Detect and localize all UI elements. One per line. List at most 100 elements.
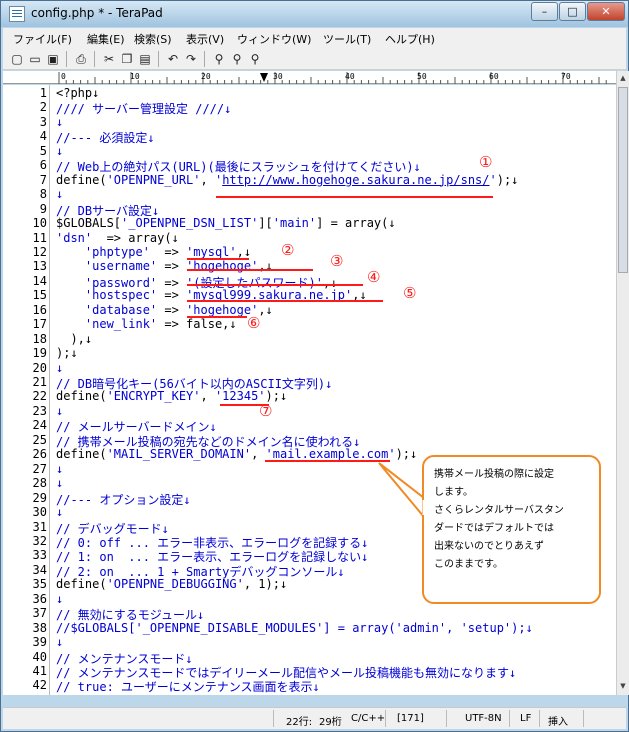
terapad-app-icon[interactable]: [9, 6, 25, 22]
status-row: 22行:: [286, 717, 313, 728]
line-number: 14: [32, 273, 47, 288]
title-bar[interactable]: config.php * - TeraPad – □ ✕: [1, 1, 628, 27]
find-prev-icon[interactable]: ⚲: [229, 51, 245, 67]
line-number: 35: [32, 577, 47, 592]
code-line[interactable]: ↓: [56, 635, 63, 649]
code-line[interactable]: ↓: [56, 476, 63, 490]
code-line[interactable]: define('OPENPNE_URL', 'http://www.hogeho…: [56, 173, 518, 187]
code-line[interactable]: ↓: [56, 361, 63, 375]
open-file-icon[interactable]: ▭: [27, 51, 43, 67]
code-line[interactable]: //--- オプション設定↓: [56, 491, 191, 508]
line-number: 26: [32, 447, 47, 462]
line-number: 38: [32, 620, 47, 635]
code-line[interactable]: 'phptype' => 'mysql',↓: [56, 245, 251, 259]
code-line[interactable]: <?php↓: [56, 86, 99, 100]
callout-line: このままです。: [434, 559, 503, 570]
code-line[interactable]: ↓: [56, 592, 63, 606]
annotation-underline: [265, 460, 390, 462]
line-number: 17: [32, 317, 47, 332]
line-number: 10: [32, 216, 47, 231]
cursor-column-marker: [260, 73, 268, 82]
code-line[interactable]: ↓: [56, 115, 63, 129]
code-token: //// サーバー管理設定 ////↓: [56, 102, 232, 117]
line-number: 19: [32, 346, 47, 361]
cut-icon[interactable]: ✂: [101, 51, 117, 67]
code-line[interactable]: ↓: [56, 187, 63, 201]
gutter-divider: [49, 85, 50, 695]
line-number: 31: [32, 519, 47, 534]
line-number: 30: [32, 505, 47, 520]
close-button[interactable]: ✕: [587, 2, 625, 21]
toolbar: ▢ ▭ ▣ ⎙ ✂ ❐ ▤ ↶ ↷ ⚲ ⚲ ⚲: [3, 48, 626, 70]
line-number: 29: [32, 490, 47, 505]
scrollbar-thumb[interactable]: [618, 87, 628, 273]
scroll-up-icon[interactable]: ▲: [617, 72, 629, 85]
code-token: ↓: [56, 360, 64, 375]
code-token: ↓: [56, 476, 64, 491]
menu-search[interactable]: 検索(S): [134, 31, 172, 47]
annotation-number: ①: [479, 153, 493, 171]
code-line[interactable]: //$GLOBALS['_OPENPNE_DISABLE_MODULES'] =…: [56, 621, 533, 635]
callout-text: 携帯メール投稿の際に設定 します。 さくらレンタルサーバスタン ダードではデフォ…: [434, 466, 564, 574]
line-number: 1: [39, 86, 47, 100]
code-line[interactable]: 'username' => 'hogehoge',↓: [56, 259, 273, 273]
menu-tools[interactable]: ツール(T): [323, 31, 371, 47]
code-token: ,: [251, 447, 266, 462]
undo-icon[interactable]: ↶: [165, 51, 181, 67]
paste-icon[interactable]: ▤: [137, 51, 153, 67]
save-icon[interactable]: ▣: [45, 51, 61, 67]
menu-help[interactable]: ヘルプ(H): [385, 31, 435, 47]
code-token: //--- 必須設定↓: [56, 131, 155, 146]
code-line[interactable]: ↓: [56, 505, 63, 519]
code-token: => false,↓: [157, 317, 237, 332]
code-token: '12345': [214, 389, 266, 404]
code-token: http://www.hogehoge.sakura.ne.jp/sns/: [222, 172, 490, 187]
code-line[interactable]: 'dsn' => array(↓: [56, 231, 179, 245]
menu-window[interactable]: ウィンドウ(W): [237, 31, 311, 47]
vertical-scrollbar[interactable]: ▲ ▼: [616, 71, 629, 695]
ruler-label: 30: [273, 72, 283, 81]
redo-icon[interactable]: ↷: [183, 51, 199, 67]
menu-file[interactable]: ファイル(F): [13, 31, 72, 47]
scroll-down-icon[interactable]: ▼: [617, 680, 629, 693]
minimize-button[interactable]: –: [531, 2, 558, 21]
line-number: 39: [32, 635, 47, 650]
line-number: 16: [32, 302, 47, 317]
code-line[interactable]: ↓: [56, 144, 63, 158]
callout-line: 出来ないのでとりあえず: [434, 541, 544, 552]
code-line[interactable]: ),↓: [56, 332, 92, 346]
code-line[interactable]: 'new_link' => false,↓: [56, 317, 237, 331]
find-next-icon[interactable]: ⚲: [247, 51, 263, 67]
code-line[interactable]: //// サーバー管理設定 ////↓: [56, 100, 231, 117]
annotation-underline: [187, 300, 383, 302]
code-line[interactable]: define('ENCRYPT_KEY', '12345');↓: [56, 389, 287, 403]
code-line[interactable]: // true: ユーザーにメンテナンス画面を表示↓: [56, 678, 320, 695]
code-line[interactable]: );↓: [56, 346, 78, 360]
maximize-button[interactable]: □: [559, 2, 586, 21]
code-token: ↓: [56, 143, 64, 158]
ruler-label: 0: [61, 72, 66, 81]
code-token: , 1);↓: [243, 577, 288, 592]
column-ruler: 0 10 20 30 40 50 60 70: [3, 71, 616, 84]
code-line[interactable]: $GLOBALS['_OPENPNE_DSN_LIST']['main'] = …: [56, 216, 396, 230]
code-token: ↓: [56, 635, 64, 650]
new-file-icon[interactable]: ▢: [9, 51, 25, 67]
code-token: ↓: [56, 114, 64, 129]
find-icon[interactable]: ⚲: [211, 51, 227, 67]
line-number: 28: [32, 476, 47, 491]
line-number: 2: [39, 100, 47, 115]
code-line[interactable]: ↓: [56, 404, 63, 418]
code-line[interactable]: 'database' => 'hogehoge',↓: [56, 303, 273, 317]
menu-view[interactable]: 表示(V): [186, 31, 224, 47]
menu-edit[interactable]: 編集(E): [87, 31, 125, 47]
code-line[interactable]: ↓: [56, 462, 63, 476]
ruler-label: 50: [417, 72, 427, 81]
print-icon[interactable]: ⎙: [73, 51, 89, 67]
code-token: =>: [157, 288, 187, 303]
copy-icon[interactable]: ❐: [119, 51, 135, 67]
terapad-window: config.php * - TeraPad – □ ✕ ファイル(F) 編集(…: [0, 0, 629, 732]
code-line[interactable]: define('OPENPNE_DEBUGGING', 1);↓: [56, 577, 287, 591]
code-line[interactable]: //--- 必須設定↓: [56, 129, 155, 146]
